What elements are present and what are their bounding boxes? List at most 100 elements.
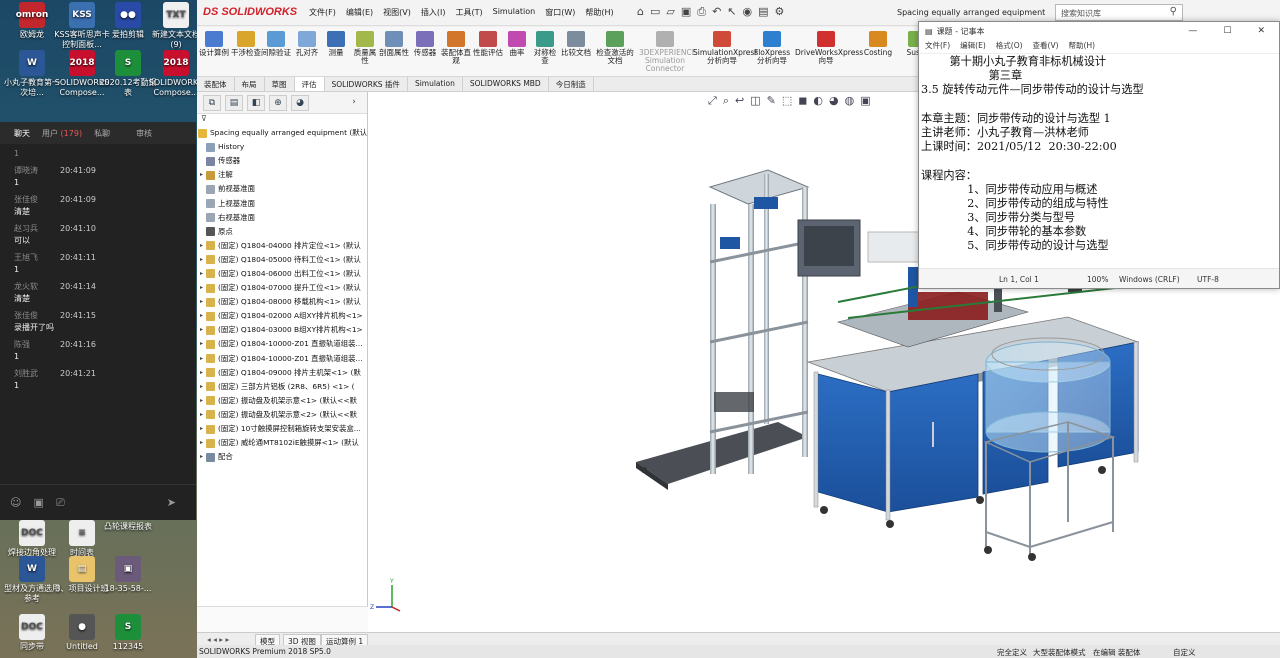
expand-arrow-icon[interactable]: ▸	[197, 422, 206, 436]
notepad-menu-item[interactable]: 帮助(H)	[1069, 40, 1096, 53]
tree-node[interactable]: ▸ (固定) Q1804-05000 待料工位<1> (默认	[197, 253, 367, 267]
ribbon-button[interactable]: 设计算例	[199, 31, 229, 57]
configurationmanager-tab-icon[interactable]: ◧	[247, 94, 265, 111]
tree-node[interactable]: ▸ (固定) 振动盘及机架示意<1> (默认<<默	[197, 394, 367, 408]
tree-node[interactable]: 上视基准面	[197, 196, 367, 210]
send-icon[interactable]: ➤	[167, 496, 176, 509]
search-input[interactable]: 搜索知识库 ⚲	[1055, 4, 1183, 21]
ribbon-button[interactable]: 曲率	[505, 31, 529, 57]
close-icon[interactable]: ✕	[1257, 26, 1265, 36]
ribbon-button[interactable]: DriveWorksXpress 向导	[795, 31, 863, 65]
new-icon[interactable]: ▭	[650, 5, 660, 19]
tab-private-chat[interactable]: 私聊	[94, 128, 110, 139]
tree-node[interactable]: ▸ (固定) Q1804-03000 B组XY排片机构<1>	[197, 323, 367, 337]
command-tab[interactable]: SOLIDWORKS 插件	[325, 77, 408, 91]
expand-arrow-icon[interactable]: ▸	[197, 408, 206, 422]
ribbon-button[interactable]: 3DEXPERIENCE Simulation Connector	[639, 31, 696, 73]
expand-arrow-icon[interactable]: ▸	[197, 450, 206, 464]
status-units[interactable]: 自定义	[1173, 647, 1196, 658]
tree-node[interactable]: ▸ 配合	[197, 450, 367, 464]
emoji-icon[interactable]: ☺	[10, 496, 21, 509]
tree-node[interactable]: ▸ (固定) Q1804-10000-Z01 直振轨道组装...	[197, 337, 367, 351]
ribbon-button[interactable]: 比较文档	[561, 31, 591, 57]
maximize-icon[interactable]: ☐	[1223, 26, 1231, 36]
open-icon[interactable]: ▱	[666, 5, 674, 19]
tree-node[interactable]: ▸ (固定) Q1804-07000 提升工位<1> (默认	[197, 281, 367, 295]
expand-arrow-icon[interactable]: ▸	[197, 239, 206, 253]
expand-arrow-icon[interactable]: ▸	[197, 281, 206, 295]
filter-icon[interactable]: ⊽	[197, 114, 367, 126]
expand-arrow-icon[interactable]: ▸	[197, 380, 206, 394]
expand-arrow-icon[interactable]: ▸	[197, 352, 206, 366]
expand-arrow-icon[interactable]: ▸	[197, 267, 206, 281]
tree-node[interactable]: ▸ (固定) Q1804-02000 A组XY排片机构<1>	[197, 309, 367, 323]
save-icon[interactable]: ▣	[681, 5, 691, 19]
ribbon-button[interactable]: 干涉检查	[231, 31, 261, 57]
expand-arrow-icon[interactable]: ▸	[197, 436, 206, 450]
ribbon-button[interactable]: 剖面属性	[379, 31, 409, 57]
tree-node[interactable]: ▸ (固定) Q1804-06000 出料工位<1> (默认	[197, 267, 367, 281]
menu-item[interactable]: 编辑(E)	[346, 7, 373, 18]
file-properties-icon[interactable]: ▤	[758, 5, 768, 19]
ribbon-button[interactable]: 孔对齐	[293, 31, 321, 57]
tree-node[interactable]: 前视基准面	[197, 182, 367, 196]
command-tab[interactable]: Simulation	[408, 77, 463, 91]
search-icon[interactable]: ⚲	[1170, 6, 1177, 17]
ribbon-button[interactable]: FloXpress 分析向导	[753, 31, 791, 65]
ribbon-button[interactable]: 质量属性	[351, 31, 379, 65]
command-tab[interactable]: 今日制造	[549, 77, 594, 91]
tab-nav-arrows-icon[interactable]: ◂ ◂ ▸ ▸	[207, 635, 229, 644]
ribbon-button[interactable]: 间隙验证	[261, 31, 291, 57]
ribbon-button[interactable]: 性能评估	[473, 31, 503, 57]
menu-item[interactable]: Simulation	[493, 7, 536, 18]
ribbon-button[interactable]: Costing	[861, 31, 895, 57]
desktop-icon[interactable]: ▣ 18-35-58-...	[98, 556, 158, 604]
ribbon-button[interactable]: 传感器	[411, 31, 439, 57]
tree-node[interactable]: ▸ (固定) 三部方片铝板 (2R8、6R5) <1> (	[197, 380, 367, 394]
menu-item[interactable]: 文件(F)	[309, 7, 336, 18]
notepad-menu-item[interactable]: 格式(O)	[996, 40, 1023, 53]
tree-node[interactable]: Spacing equally arranged equipment (默认	[197, 126, 367, 140]
ribbon-button[interactable]: 检查激活的文档	[595, 31, 635, 65]
dimxpert-tab-icon[interactable]: ⊕	[269, 94, 287, 111]
command-tab[interactable]: 装配体	[197, 77, 235, 91]
tree-node[interactable]: ▸ (固定) Q1804-08000 移载机构<1> (默认	[197, 295, 367, 309]
command-tab[interactable]: 评估	[294, 77, 325, 91]
print-icon[interactable]: ⎙	[697, 5, 706, 19]
tree-node[interactable]: 传感器	[197, 154, 367, 168]
featuremanager-tab-icon[interactable]: ⧉	[203, 94, 221, 111]
display-manager-tab-icon[interactable]: ◕	[291, 94, 309, 111]
menu-item[interactable]: 视图(V)	[383, 7, 411, 18]
ribbon-button[interactable]: 对称检查	[531, 31, 559, 65]
chevron-right-icon[interactable]: ›	[345, 95, 363, 111]
tree-node[interactable]: History	[197, 140, 367, 154]
menu-item[interactable]: 工具(T)	[455, 7, 482, 18]
tab-chat[interactable]: 聊天	[14, 128, 30, 139]
menu-item[interactable]: 窗口(W)	[545, 7, 575, 18]
ribbon-button[interactable]: SimulationXpress 分析向导	[693, 31, 758, 65]
minimize-icon[interactable]: —	[1188, 26, 1197, 36]
tree-node[interactable]: ▸ (固定) Q1804-04000 排片定位<1> (默认	[197, 239, 367, 253]
expand-arrow-icon[interactable]: ▸	[197, 337, 206, 351]
home-icon[interactable]: ⌂	[637, 5, 644, 19]
command-tab[interactable]: SOLIDWORKS MBD	[463, 77, 549, 91]
expand-arrow-icon[interactable]: ▸	[197, 323, 206, 337]
ribbon-button[interactable]: 装配体直观	[441, 31, 471, 65]
tree-node[interactable]: 原点	[197, 225, 367, 239]
ribbon-button[interactable]: 测量	[323, 31, 349, 57]
tree-node[interactable]: 右视基准面	[197, 211, 367, 225]
notepad-menu-item[interactable]: 编辑(E)	[960, 40, 986, 53]
tree-node[interactable]: ▸ (固定) 威纶通MT8102iE触摸屏<1> (默认	[197, 436, 367, 450]
screenshot-icon[interactable]: ⎚	[56, 496, 65, 510]
tree-node[interactable]: ▸ (固定) 10寸触摸屏控制箱旋转支架安装盒...	[197, 422, 367, 436]
expand-arrow-icon[interactable]: ▸	[197, 168, 206, 182]
command-tab[interactable]: 布局	[235, 77, 265, 91]
expand-arrow-icon[interactable]: ▸	[197, 394, 206, 408]
undo-icon[interactable]: ↶	[712, 5, 721, 19]
tree-node[interactable]: ▸ (固定) Q1804-09000 排片主机架<1> (默	[197, 366, 367, 380]
menu-item[interactable]: 帮助(H)	[585, 7, 613, 18]
menu-item[interactable]: 插入(I)	[421, 7, 446, 18]
desktop-icon[interactable]: S 112345	[98, 614, 158, 658]
expand-arrow-icon[interactable]: ▸	[197, 309, 206, 323]
notepad-text-area[interactable]: 第十期小丸子教育非标机械设计 第三章 3.5 旋转传动元件—同步带传动的设计与选型…	[921, 55, 1273, 268]
